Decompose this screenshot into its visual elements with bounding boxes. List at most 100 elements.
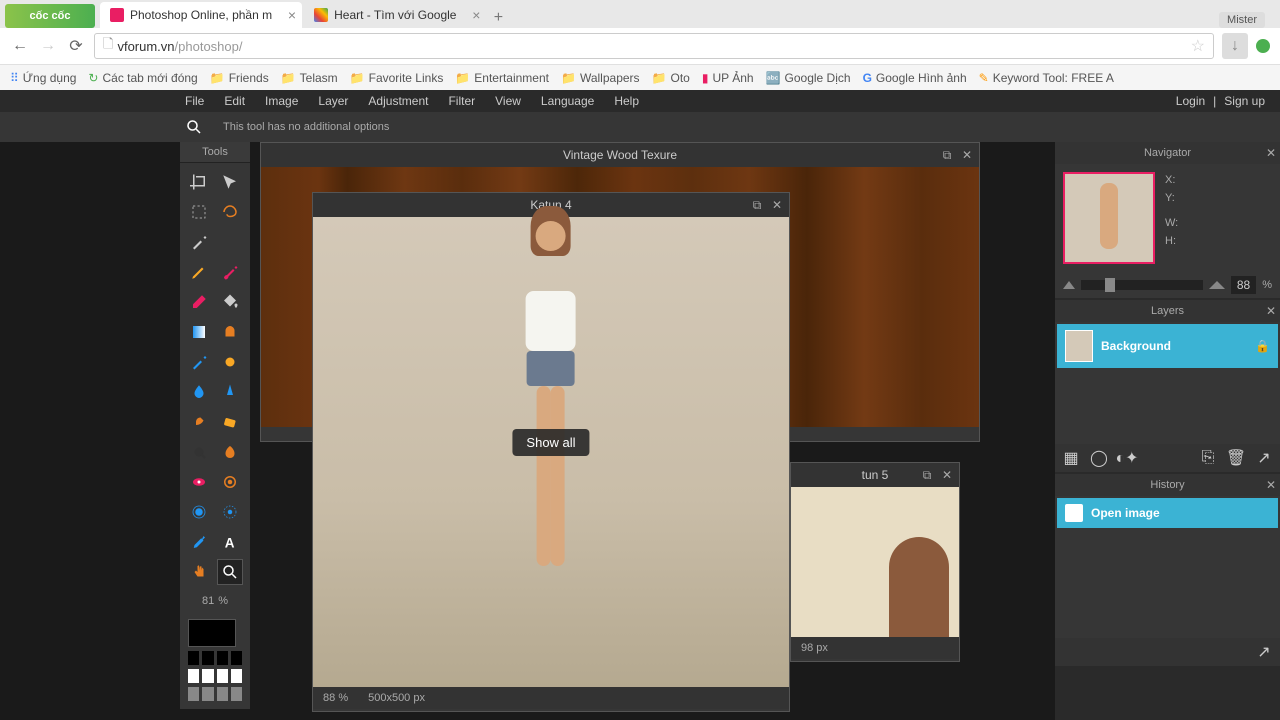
foreground-color[interactable] — [188, 619, 236, 647]
menu-language[interactable]: Language — [541, 94, 594, 108]
brush-tool[interactable] — [217, 259, 243, 285]
zoom-in-icon[interactable] — [1209, 281, 1225, 289]
sponge-tool[interactable] — [217, 409, 243, 435]
canvas-area[interactable]: Vintage Wood Texure ⧉ ✕ tun 5 ⧉ ✕ — [250, 142, 1055, 720]
close-icon[interactable]: × — [472, 7, 480, 23]
maximize-icon[interactable]: ⧉ — [939, 147, 955, 163]
menu-adjustment[interactable]: Adjustment — [368, 94, 428, 108]
zoom-out-icon[interactable] — [1063, 281, 1075, 289]
bookmark-link[interactable]: ✎Keyword Tool: FREE A — [979, 71, 1114, 85]
browser-tab[interactable]: Heart - Tìm với Google × — [304, 2, 486, 28]
new-tab-button[interactable]: + — [488, 8, 508, 28]
lock-icon[interactable]: 🔒 — [1255, 339, 1270, 353]
extension-icon[interactable] — [1256, 39, 1270, 53]
navigator-thumbnail[interactable] — [1063, 172, 1155, 264]
show-all-button[interactable]: Show all — [512, 429, 589, 456]
bloat-tool[interactable] — [186, 499, 212, 525]
history-item[interactable]: Open image — [1057, 498, 1278, 528]
close-icon[interactable]: ✕ — [769, 197, 785, 213]
close-icon[interactable]: × — [288, 7, 296, 23]
document-titlebar[interactable]: Vintage Wood Texure ⧉ ✕ — [261, 143, 979, 167]
dodge-tool[interactable] — [186, 439, 212, 465]
clone-tool[interactable] — [217, 319, 243, 345]
bookmark-folder[interactable]: 📁Wallpapers — [561, 71, 640, 85]
layer-thumbnail[interactable] — [1065, 330, 1093, 362]
bookmark-folder[interactable]: 📁Oto — [652, 71, 690, 85]
bookmark-folder[interactable]: 📁Entertainment — [455, 71, 549, 85]
document-canvas[interactable] — [791, 487, 959, 637]
trash-icon[interactable]: 🗑 — [1226, 448, 1246, 468]
move-tool[interactable] — [217, 169, 243, 195]
blur-tool[interactable] — [186, 379, 212, 405]
more-icon[interactable]: ↗ — [1254, 448, 1274, 468]
zoom-slider[interactable] — [1081, 280, 1203, 290]
burn-tool[interactable] — [217, 439, 243, 465]
redeye-tool[interactable] — [186, 469, 212, 495]
menu-image[interactable]: Image — [265, 94, 298, 108]
replace-tool[interactable] — [186, 349, 212, 375]
bookmark-folder[interactable]: 📁Friends — [210, 71, 269, 85]
maximize-icon[interactable]: ⧉ — [919, 467, 935, 483]
close-icon[interactable]: ✕ — [939, 467, 955, 483]
close-icon[interactable]: ✕ — [959, 147, 975, 163]
menu-view[interactable]: View — [495, 94, 521, 108]
duplicate-icon[interactable]: ⎘ — [1198, 448, 1218, 468]
menu-help[interactable]: Help — [614, 94, 639, 108]
smudge-tool[interactable] — [186, 409, 212, 435]
back-icon[interactable]: ← — [10, 36, 30, 56]
bookmark-folder[interactable]: 📁Telasm — [281, 71, 338, 85]
signup-link[interactable]: Sign up — [1224, 94, 1265, 108]
lasso-tool[interactable] — [217, 199, 243, 225]
menu-layer[interactable]: Layer — [318, 94, 348, 108]
color-swatches[interactable] — [180, 611, 250, 709]
forward-icon[interactable]: → — [38, 36, 58, 56]
reload-icon[interactable]: ⟳ — [66, 36, 86, 56]
browser-tab[interactable]: Photoshop Online, phần m × — [100, 2, 302, 28]
zoom-value[interactable]: 88 — [1231, 276, 1256, 294]
close-icon[interactable]: ✕ — [1266, 304, 1276, 318]
hand-tool[interactable] — [186, 559, 212, 585]
menu-file[interactable]: File — [185, 94, 204, 108]
bookmark-star-icon[interactable]: ☆ — [1191, 36, 1205, 56]
spot-tool[interactable] — [217, 469, 243, 495]
pencil-tool[interactable] — [186, 259, 212, 285]
close-icon[interactable]: ✕ — [1266, 478, 1276, 492]
picker-tool[interactable] — [186, 529, 212, 555]
draw-tool[interactable] — [217, 349, 243, 375]
more-icon[interactable]: ↗ — [1254, 642, 1274, 662]
pinch-tool[interactable] — [217, 499, 243, 525]
bookmark-apps[interactable]: ⠿Ứng dụng — [10, 71, 76, 85]
gradient-tool[interactable] — [186, 319, 212, 345]
document-titlebar[interactable]: tun 5 ⧉ ✕ — [791, 463, 959, 487]
crop-tool[interactable] — [186, 169, 212, 195]
close-icon[interactable]: ✕ — [1266, 146, 1276, 160]
bookmark-recent[interactable]: ↻Các tab mới đóng — [88, 71, 197, 85]
sharpen-tool[interactable] — [217, 379, 243, 405]
document-window-active[interactable]: Katun 4 ⧉ ✕ Show all — [312, 192, 790, 712]
new-layer-icon[interactable]: ▦ — [1061, 448, 1081, 468]
menu-filter[interactable]: Filter — [448, 94, 475, 108]
bookmark-folder[interactable]: 📁Favorite Links — [350, 71, 444, 85]
user-profile-button[interactable]: Mister — [1219, 12, 1265, 28]
bookmark-link[interactable]: GGoogle Hình ảnh — [863, 71, 967, 85]
eraser-tool[interactable] — [186, 289, 212, 315]
document-window[interactable]: tun 5 ⧉ ✕ 98 px — [790, 462, 960, 662]
panel-header[interactable]: History ✕ — [1055, 474, 1280, 496]
menu-edit[interactable]: Edit — [224, 94, 245, 108]
browser-logo[interactable]: cốc cốc — [5, 4, 95, 28]
document-canvas[interactable]: Show all — [313, 217, 789, 687]
mask-icon[interactable]: ◯ — [1089, 448, 1109, 468]
panel-header[interactable]: Navigator ✕ — [1055, 142, 1280, 164]
adjustment-icon[interactable]: ◐✦ — [1117, 448, 1137, 468]
marquee-tool[interactable] — [186, 199, 212, 225]
download-icon[interactable]: ↓ — [1222, 33, 1248, 59]
type-tool[interactable]: A — [217, 529, 243, 555]
bookmark-link[interactable]: ▮UP Ảnh — [702, 71, 754, 85]
panel-header[interactable]: Layers ✕ — [1055, 300, 1280, 322]
zoom-tool[interactable] — [217, 559, 243, 585]
layer-item[interactable]: Background 🔒 — [1057, 324, 1278, 368]
bookmark-link[interactable]: 🔤Google Dịch — [766, 71, 851, 85]
wand-tool[interactable] — [186, 229, 212, 255]
url-input[interactable]: 🗋 vforum.vn/photoshop/ ☆ — [94, 33, 1214, 59]
login-link[interactable]: Login — [1176, 94, 1205, 108]
